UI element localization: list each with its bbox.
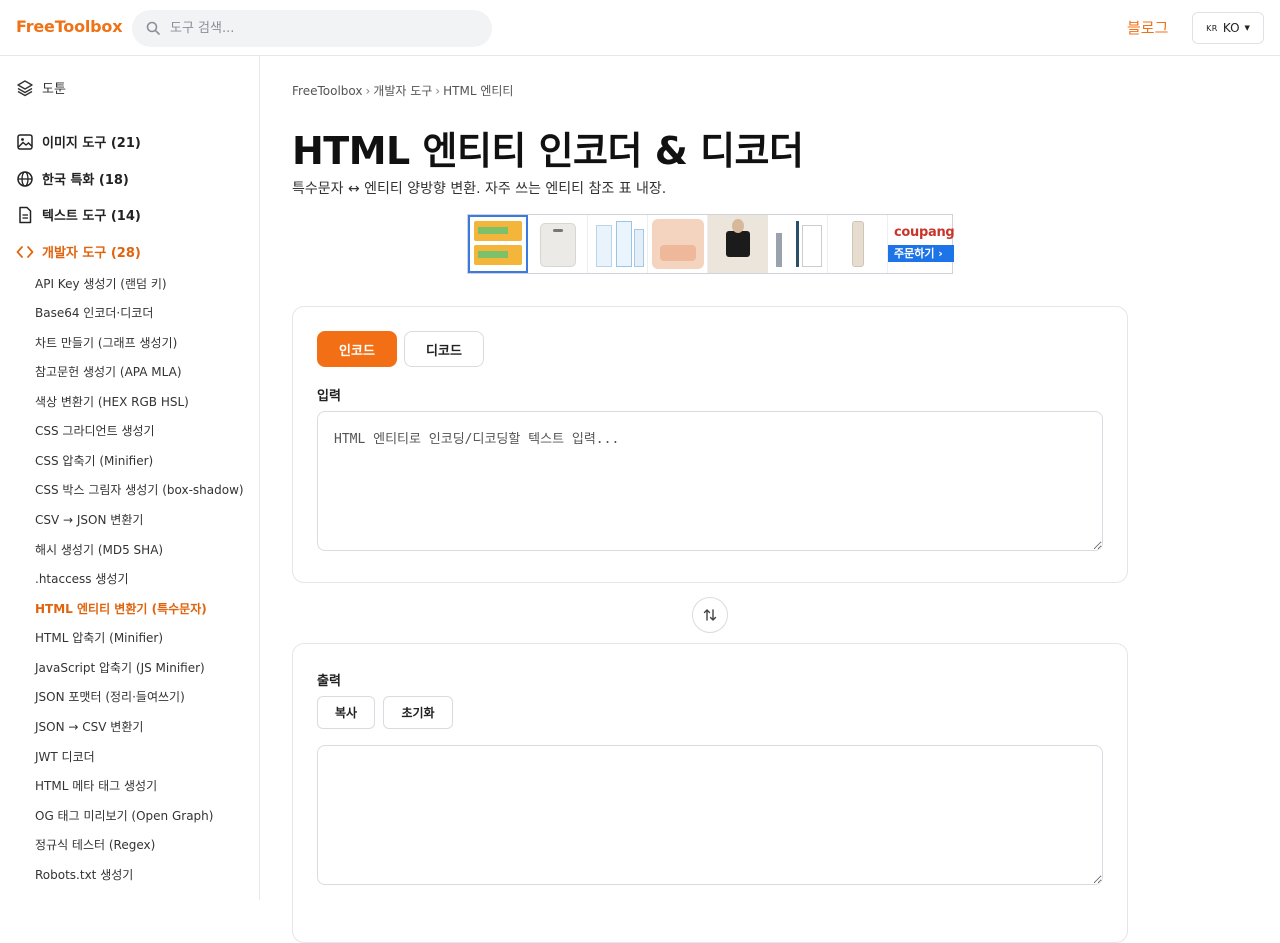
- input-textarea[interactable]: [317, 411, 1103, 551]
- sidebar-category-label: 텍스트 도구 (14): [42, 209, 141, 224]
- layers-icon: [17, 79, 33, 96]
- sidebar-tool-item[interactable]: JWT 디코더: [35, 748, 95, 765]
- sidebar-tool-item[interactable]: 참고문헌 생성기 (APA MLA): [35, 363, 182, 380]
- sidebar-tool-item[interactable]: HTML 압축기 (Minifier): [35, 629, 163, 646]
- code-icon: [16, 245, 34, 258]
- input-label: 입력: [317, 389, 341, 404]
- sidebar-tool-item[interactable]: 정규식 테스터 (Regex): [35, 836, 155, 853]
- sidebar-category-text[interactable]: 텍스트 도구 (14): [16, 205, 141, 224]
- caret-down-icon: ▼: [1244, 24, 1250, 32]
- ad-product-thumb[interactable]: [588, 215, 648, 273]
- sidebar-tool-item[interactable]: Base64 인코더·디코더: [35, 304, 153, 321]
- swap-button[interactable]: [692, 597, 728, 633]
- sidebar-tool-item[interactable]: JavaScript 압축기 (JS Minifier): [35, 659, 205, 676]
- breadcrumb-category[interactable]: 개발자 도구: [373, 84, 432, 98]
- reset-button[interactable]: 초기화: [383, 696, 453, 729]
- main-content: FreeToolbox › 개발자 도구 › HTML 엔티티 HTML 엔티티 인코더…: [292, 56, 1128, 943]
- copy-button[interactable]: 복사: [317, 696, 375, 729]
- input-card: 인코드 디코드 입력: [292, 306, 1128, 583]
- ad-product-thumb[interactable]: [468, 215, 528, 273]
- sidebar-category-label: 개발자 도구 (28): [42, 246, 141, 261]
- sidebar-tool-item[interactable]: OG 태그 미리보기 (Open Graph): [35, 807, 213, 824]
- sidebar-category-image[interactable]: 이미지 도구 (21): [16, 132, 141, 151]
- image-icon: [17, 133, 33, 150]
- ad-coupang-panel[interactable]: coupang 주문하기 ›: [888, 215, 955, 273]
- breadcrumb-home[interactable]: FreeToolbox: [292, 84, 362, 98]
- ad-order-button[interactable]: 주문하기 ›: [888, 245, 954, 262]
- sidebar-tool-item[interactable]: CSV → JSON 변환기: [35, 511, 143, 528]
- ad-product-thumb[interactable]: [828, 215, 888, 273]
- document-icon: [19, 206, 32, 223]
- language-selector[interactable]: KR KO ▼: [1192, 12, 1264, 44]
- page-title: HTML 엔티티 인코더 & 디코더: [292, 129, 804, 173]
- coupang-logo: coupang: [894, 225, 955, 240]
- sidebar-tool-item[interactable]: Robots.txt 생성기: [35, 866, 133, 883]
- breadcrumb-separator: ›: [365, 84, 371, 98]
- sidebar-tool-item[interactable]: 해시 생성기 (MD5 SHA): [35, 541, 163, 558]
- sidebar-category-label: 한국 특화 (18): [42, 173, 129, 188]
- language-label: KO: [1222, 21, 1240, 35]
- blog-link[interactable]: 블로그: [1127, 17, 1168, 38]
- swap-vertical-icon: [703, 609, 717, 621]
- sidebar-category-korea[interactable]: 한국 특화 (18): [16, 169, 129, 188]
- sidebar-tool-item[interactable]: JSON 포맷터 (정리·들여쓰기): [35, 688, 185, 705]
- sidebar-tool-item[interactable]: CSS 그라디언트 생성기: [35, 422, 155, 439]
- breadcrumb-current: HTML 엔티티: [443, 84, 514, 98]
- output-textarea[interactable]: [317, 745, 1103, 885]
- sidebar-tool-item[interactable]: JSON → CSV 변환기: [35, 718, 143, 735]
- page-subtitle: 특수문자 ↔ 엔티티 양방향 변환. 자주 쓰는 엔티티 참조 표 내장.: [292, 181, 667, 197]
- globe-icon: [17, 170, 33, 187]
- sidebar-tool-item[interactable]: API Key 생성기 (랜덤 키): [35, 275, 167, 292]
- ad-banner[interactable]: coupang 주문하기 ›: [467, 214, 955, 274]
- sidebar-tool-item[interactable]: 차트 만들기 (그래프 생성기): [35, 334, 177, 351]
- search-input[interactable]: [170, 10, 480, 47]
- breadcrumb: FreeToolbox › 개발자 도구 › HTML 엔티티: [292, 82, 513, 99]
- sidebar-home-label: 도툰: [42, 82, 66, 97]
- ad-product-thumb[interactable]: [708, 215, 768, 273]
- sidebar-tool-item[interactable]: 색상 변환기 (HEX RGB HSL): [35, 393, 189, 410]
- tab-encode[interactable]: 인코드: [317, 331, 397, 367]
- ad-product-thumb[interactable]: [528, 215, 588, 273]
- output-label: 출력: [317, 674, 341, 689]
- sidebar-tool-item-active[interactable]: HTML 엔티티 변환기 (특수문자): [35, 600, 207, 617]
- tab-decode[interactable]: 디코드: [404, 331, 484, 367]
- ad-product-thumb[interactable]: [648, 215, 708, 273]
- search-box[interactable]: [132, 10, 492, 47]
- ad-product-thumb[interactable]: [768, 215, 828, 273]
- sidebar-tool-item[interactable]: .htaccess 생성기: [35, 570, 129, 587]
- top-bar: FreeToolbox 블로그 KR KO ▼: [0, 0, 1280, 56]
- sidebar-tool-item[interactable]: CSS 압축기 (Minifier): [35, 452, 153, 469]
- sidebar-category-dev[interactable]: 개발자 도구 (28): [16, 242, 141, 261]
- sidebar-category-label: 이미지 도구 (21): [42, 136, 141, 151]
- sidebar-tool-item[interactable]: CSS 박스 그림자 생성기 (box-shadow): [35, 481, 244, 498]
- site-logo[interactable]: FreeToolbox: [16, 17, 123, 36]
- search-icon: [146, 21, 160, 35]
- sidebar: 도툰 이미지 도구 (21) 한국 특화 (18) 텍스트 도구 (14) 개발…: [0, 56, 260, 900]
- breadcrumb-separator: ›: [435, 84, 441, 98]
- sidebar-home[interactable]: 도툰: [16, 78, 66, 97]
- output-card: 출력 복사 초기화: [292, 643, 1128, 943]
- flag-kr: KR: [1206, 23, 1218, 33]
- sidebar-tool-item[interactable]: HTML 메타 태그 생성기: [35, 777, 157, 794]
